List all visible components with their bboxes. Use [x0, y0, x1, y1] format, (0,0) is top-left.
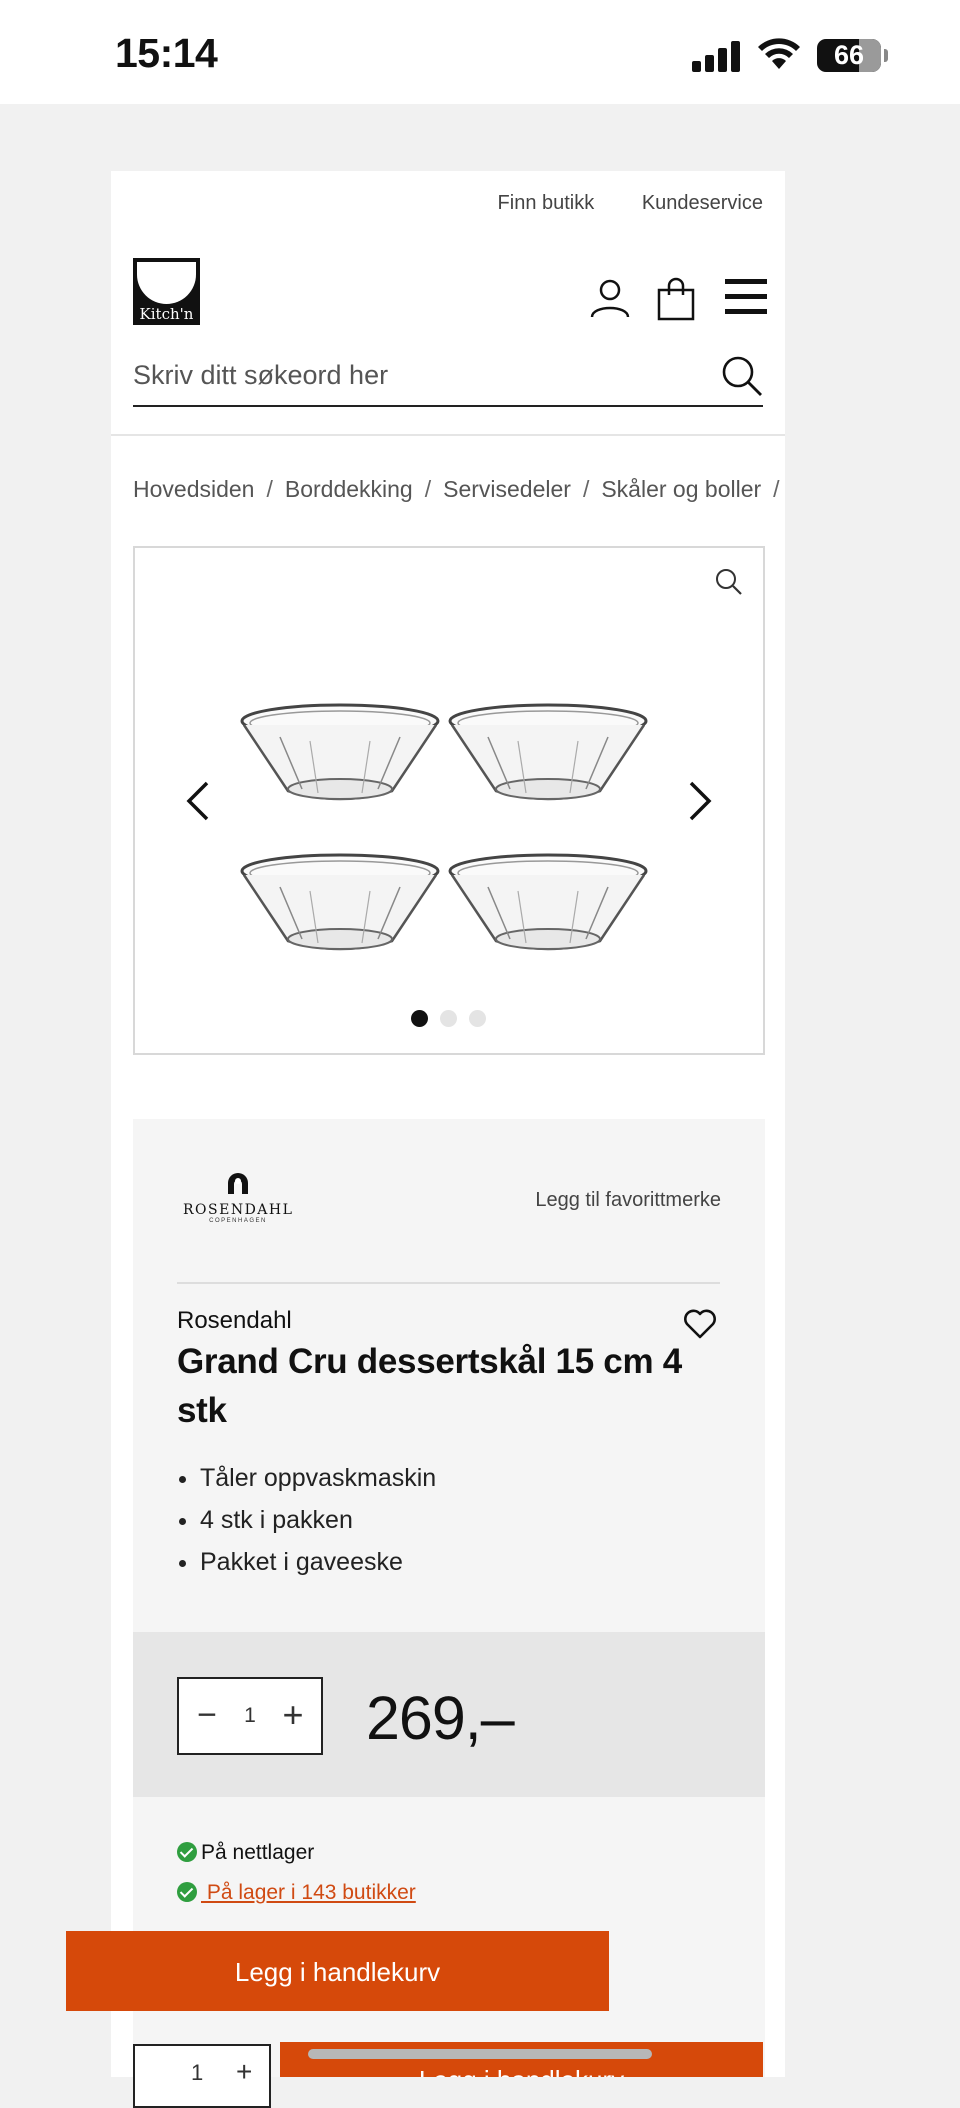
status-time: 15:14	[115, 30, 218, 76]
breadcrumb-servisedeler[interactable]: Servisedeler	[443, 476, 571, 502]
stock-stores[interactable]: På lager i 143 butikker	[177, 1881, 416, 1905]
quantity-decrease-button[interactable]: −	[187, 1687, 227, 1743]
breadcrumb-borddekking[interactable]: Borddekking	[285, 476, 413, 502]
menu-icon[interactable]	[725, 277, 767, 317]
breadcrumb: Hovedsiden / Borddekking / Servisedeler / Skål…	[133, 476, 785, 503]
quantity-stepper: − 1 +	[177, 1677, 323, 1755]
product-price: 269,–	[366, 1684, 515, 1752]
battery-icon: 66	[817, 39, 881, 72]
product-brand[interactable]: Rosendahl	[177, 1307, 292, 1335]
header-divider	[111, 434, 785, 436]
breadcrumb-separator: /	[424, 476, 432, 502]
sticky-quantity-increase-button[interactable]: +	[236, 2056, 252, 2088]
top-links: Finn butikk Kundeservice	[456, 192, 763, 215]
feature-item: Pakket i gaveeske	[200, 1541, 436, 1583]
carousel-dot-2[interactable]	[440, 1010, 457, 1027]
chevron-left-icon[interactable]	[185, 780, 211, 822]
breadcrumb-separator: /	[582, 476, 590, 502]
product-title: Grand Cru dessertskål 15 cm 4 stk	[177, 1342, 682, 1430]
web-page: Finn butikk Kundeservice Kitch'n Hovedsi…	[111, 171, 785, 2077]
breadcrumb-separator: /	[266, 476, 273, 502]
heart-icon[interactable]	[683, 1309, 717, 1339]
search-input[interactable]	[133, 355, 693, 395]
carousel-dots	[411, 1010, 498, 1032]
add-favorite-brand-link[interactable]: Legg til favorittmerke	[535, 1189, 721, 1212]
logo-cup-shape	[137, 262, 196, 304]
shopping-bag-icon[interactable]	[657, 277, 695, 321]
check-circle-icon	[177, 1882, 197, 1902]
user-icon[interactable]	[589, 277, 631, 319]
brand-logo-text: ROSENDAHL	[183, 1202, 294, 1218]
feature-item: 4 stk i pakken	[200, 1499, 436, 1541]
sticky-add-to-cart-button[interactable]: Legg i handlekurv	[280, 2042, 763, 2077]
sticky-quantity-stepper: 1 +	[133, 2044, 271, 2108]
breadcrumb-separator: /	[773, 476, 780, 502]
buy-box: − 1 + 269,–	[133, 1632, 765, 1797]
search-icon[interactable]	[721, 355, 763, 397]
sticky-quantity-value[interactable]: 1	[191, 2060, 203, 2086]
breadcrumb-skaler-og-boller[interactable]: Skåler og boller	[601, 476, 761, 502]
check-circle-icon	[177, 1842, 197, 1862]
customer-service-link[interactable]: Kundeservice	[642, 192, 763, 214]
stock-online: På nettlager	[177, 1841, 314, 1865]
battery-tip	[884, 49, 888, 62]
carousel-dot-3[interactable]	[469, 1010, 486, 1027]
add-to-cart-button[interactable]: Legg i handlekurv	[66, 1931, 609, 2011]
info-divider	[177, 1282, 720, 1284]
stock-online-label: På nettlager	[201, 1841, 315, 1864]
product-gallery	[133, 546, 765, 1055]
home-indicator	[308, 2049, 652, 2059]
logo-text: Kitch'n	[139, 305, 194, 323]
carousel-dot-1[interactable]	[411, 1010, 428, 1027]
breadcrumb-home[interactable]: Hovedsiden	[133, 476, 254, 502]
brand-logo[interactable]: ROSENDAHL COPENHAGEN	[183, 1171, 293, 1224]
feature-list: Tåler oppvaskmaskin 4 stk i pakken Pakke…	[177, 1457, 436, 1583]
chevron-right-icon[interactable]	[687, 780, 713, 822]
feature-item: Tåler oppvaskmaskin	[200, 1457, 436, 1499]
site-logo[interactable]: Kitch'n	[133, 258, 200, 325]
quantity-increase-button[interactable]: +	[273, 1687, 313, 1743]
signal-icon	[692, 40, 742, 72]
zoom-icon[interactable]	[715, 568, 743, 596]
quantity-value[interactable]: 1	[229, 1679, 271, 1753]
product-image	[240, 703, 648, 951]
battery-level: 66	[833, 40, 865, 70]
wifi-icon	[758, 38, 800, 69]
status-bar: 15:14 66	[0, 0, 960, 104]
stock-stores-link[interactable]: På lager i 143 butikker	[201, 1881, 416, 1904]
rosendahl-emblem-icon	[228, 1173, 248, 1194]
find-store-link[interactable]: Finn butikk	[498, 192, 595, 214]
brand-logo-subtext: COPENHAGEN	[209, 1218, 267, 1224]
search-bar	[133, 349, 763, 407]
